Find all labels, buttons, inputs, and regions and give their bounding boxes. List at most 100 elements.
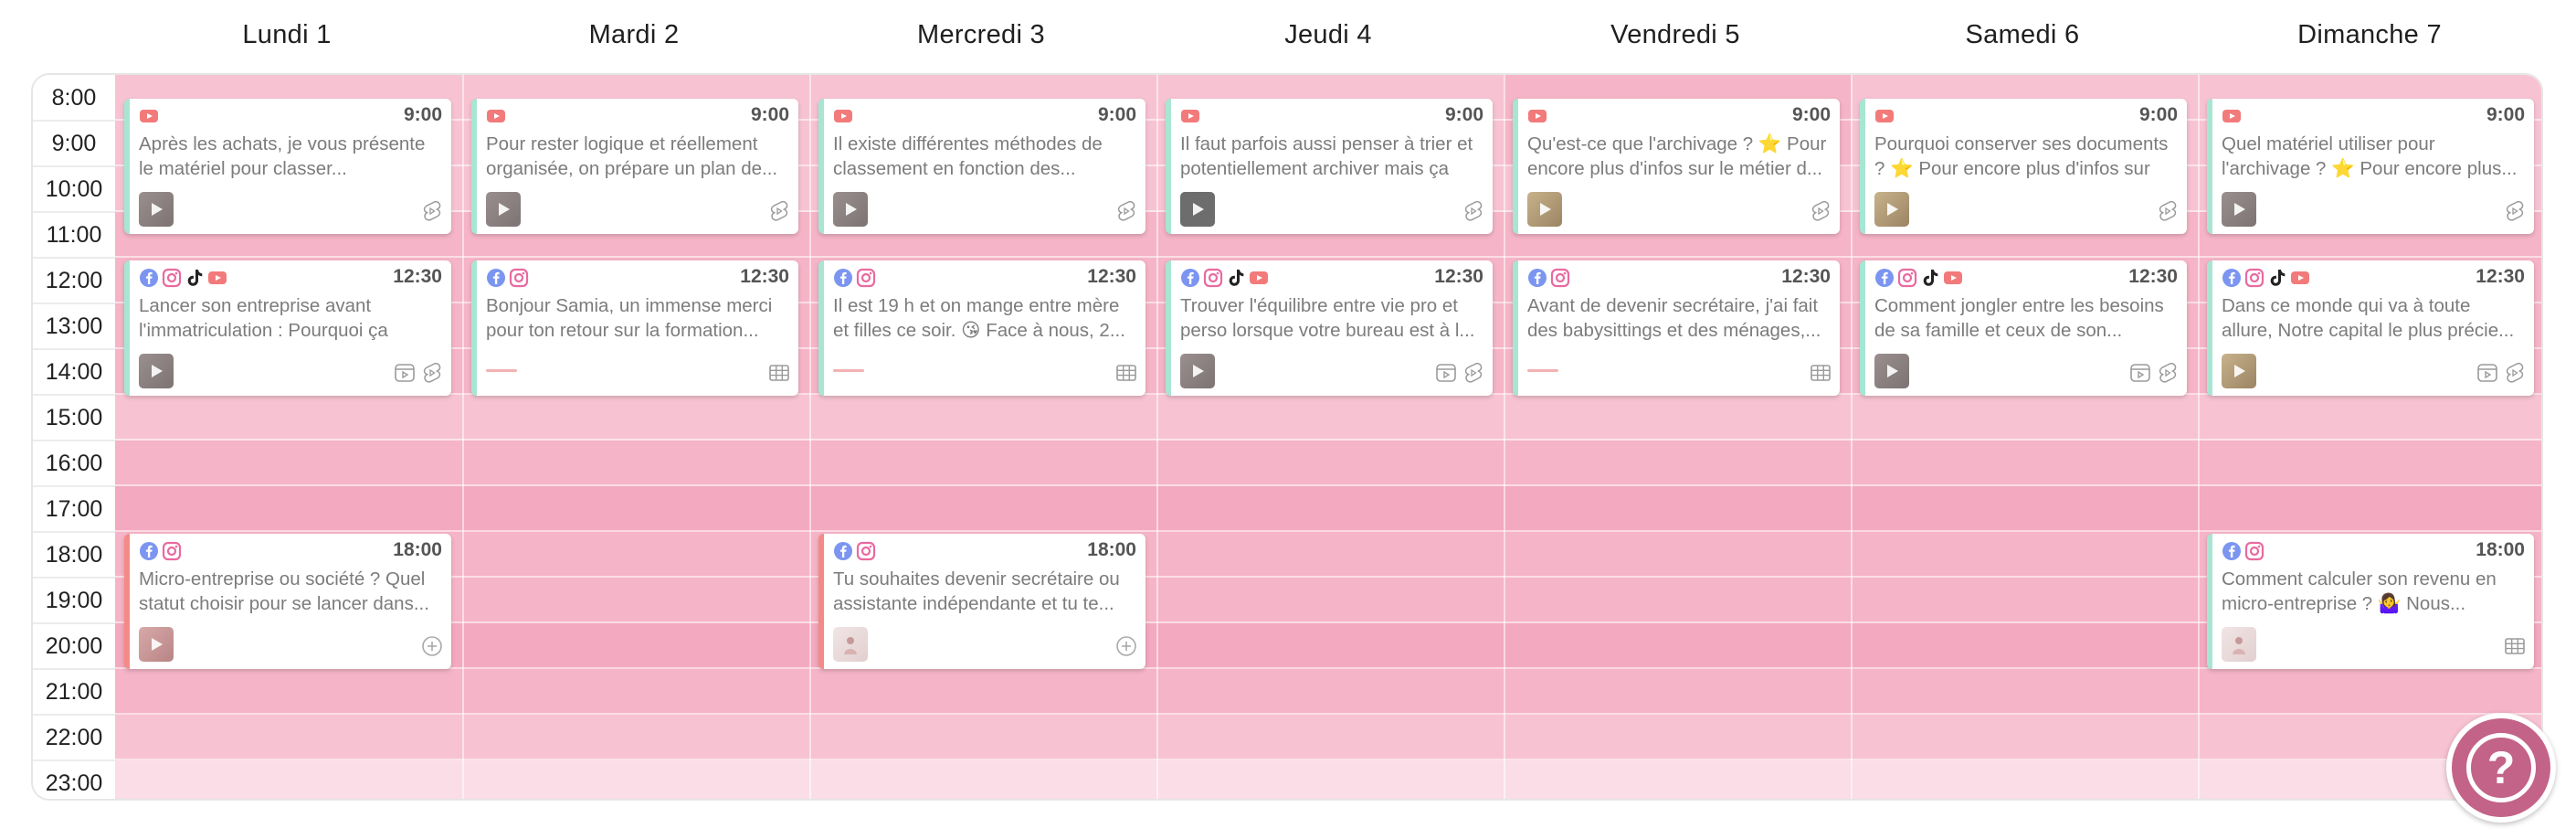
scheduled-post-card[interactable]: 12:30 Avant de devenir secrétaire, j'ai f…: [1513, 260, 1840, 396]
scheduled-post-card[interactable]: 18:00 Comment calculer son revenu en micr…: [2207, 534, 2534, 669]
media-thumbnail[interactable]: [486, 192, 521, 227]
time-slot-cell[interactable]: [1504, 760, 1851, 799]
time-slot-cell[interactable]: [1156, 532, 1504, 578]
time-slot-cell[interactable]: [1851, 760, 2198, 799]
time-slot-cell[interactable]: [1851, 486, 2198, 532]
media-thumbnail[interactable]: [139, 627, 174, 662]
time-slot-cell[interactable]: [462, 441, 809, 486]
media-preview[interactable]: [486, 365, 541, 377]
media-thumbnail[interactable]: [1180, 354, 1215, 388]
post-network-icons: [1180, 106, 1200, 126]
time-slot-cell[interactable]: [462, 395, 809, 441]
scheduled-post-card[interactable]: 12:30 Dans ce monde qui va à toute allure…: [2207, 260, 2534, 396]
media-thumbnail[interactable]: [1527, 192, 1562, 227]
media-thumbnail[interactable]: [833, 192, 868, 227]
time-slot-cell[interactable]: [462, 669, 809, 715]
post-caption: Pour rester logique et réellement organi…: [486, 133, 778, 179]
scheduled-post-card[interactable]: 9:00 Il existe différentes méthodes de cl…: [818, 99, 1145, 234]
time-slot-cell[interactable]: [1156, 623, 1504, 669]
time-slot-cell[interactable]: [462, 760, 809, 799]
scheduled-post-card[interactable]: 12:30 Bonjour Samia, un immense merci pou…: [471, 260, 798, 396]
post-caption: Bonjour Samia, un immense merci pour ton…: [486, 295, 773, 341]
time-label: 22:00: [45, 724, 103, 750]
post-time: 9:00: [2138, 104, 2178, 125]
media-thumbnail[interactable]: [2222, 627, 2256, 662]
time-slot-cell[interactable]: [462, 578, 809, 623]
scheduled-post-card[interactable]: 18:00 Tu souhaites devenir secrétaire ou …: [818, 534, 1145, 669]
time-slot-cell[interactable]: [462, 532, 809, 578]
media-thumbnail[interactable]: [2222, 192, 2256, 227]
scheduled-post-card[interactable]: 12:30 Il est 19 h et on mange entre mère …: [818, 260, 1145, 396]
post-caption: Comment jongler entre les besoins de sa …: [1874, 295, 2164, 341]
help-button[interactable]: ?: [2446, 713, 2556, 823]
time-slot-cell[interactable]: [1156, 669, 1504, 715]
scheduled-post-card[interactable]: 9:00 Quel matériel utiliser pour l'archiv…: [2207, 99, 2534, 234]
media-thumbnail[interactable]: [139, 192, 174, 227]
scheduled-post-card[interactable]: 9:00 Il faut parfois aussi penser à trier…: [1166, 99, 1493, 234]
time-slot-cell[interactable]: [1156, 578, 1504, 623]
instagram-icon: [509, 268, 529, 288]
time-slot-cell[interactable]: [1156, 760, 1504, 799]
time-slot-cell[interactable]: [1504, 623, 1851, 669]
time-slot-cell[interactable]: [1851, 578, 2198, 623]
media-thumbnail[interactable]: [833, 627, 868, 662]
media-preview[interactable]: [1527, 365, 1582, 377]
time-slot-cell[interactable]: [1851, 441, 2198, 486]
scheduled-post-card[interactable]: 9:00 Après les achats, je vous présente l…: [124, 99, 451, 234]
scheduled-post-card[interactable]: 12:30 Comment jongler entre les besoins d…: [1860, 260, 2187, 396]
time-slot-cell[interactable]: [1851, 669, 2198, 715]
time-slot-cell[interactable]: [115, 441, 462, 486]
time-slot-cell[interactable]: [809, 486, 1156, 532]
time-slot-cell[interactable]: [2198, 441, 2541, 486]
scheduled-post-card[interactable]: 18:00 Micro-entreprise ou société ? Quel …: [124, 534, 451, 669]
time-slot-cell[interactable]: [462, 715, 809, 760]
time-slot-cell[interactable]: [115, 760, 462, 799]
short-format-icon: [420, 199, 444, 223]
time-slot-cell[interactable]: [1504, 715, 1851, 760]
media-thumbnail[interactable]: [1874, 192, 1909, 227]
time-slot-cell[interactable]: [1156, 715, 1504, 760]
time-slot-cell[interactable]: [115, 395, 462, 441]
post-caption: Dans ce monde qui va à toute allure, Not…: [2222, 295, 2515, 341]
time-slot-cell[interactable]: [1851, 395, 2198, 441]
time-slot-cell[interactable]: [2198, 486, 2541, 532]
time-slot-cell[interactable]: [115, 715, 462, 760]
time-slot-cell[interactable]: [115, 486, 462, 532]
time-slot-cell[interactable]: [1504, 486, 1851, 532]
time-slot-cell[interactable]: [1504, 669, 1851, 715]
time-slot-cell[interactable]: [2198, 669, 2541, 715]
scheduled-post-card[interactable]: 12:30 Trouver l'équilibre entre vie pro e…: [1166, 260, 1493, 396]
time-slot-cell[interactable]: [1156, 395, 1504, 441]
time-slot-cell[interactable]: [809, 715, 1156, 760]
scheduled-post-card[interactable]: 9:00 Qu'est-ce que l'archivage ? ⭐ Pour e…: [1513, 99, 1840, 234]
time-slot-cell[interactable]: [1851, 623, 2198, 669]
post-network-icons: [1874, 268, 1963, 288]
scheduled-post-card[interactable]: 12:30 Lancer son entreprise avant l'immat…: [124, 260, 451, 396]
media-thumbnail[interactable]: [139, 354, 174, 388]
time-slot-cell[interactable]: [1851, 715, 2198, 760]
time-slot-cell[interactable]: [1504, 532, 1851, 578]
scheduled-post-card[interactable]: 9:00 Pour rester logique et réellement or…: [471, 99, 798, 234]
time-slot-cell[interactable]: [809, 395, 1156, 441]
time-slot-cell[interactable]: [462, 623, 809, 669]
time-slot-cell[interactable]: [809, 760, 1156, 799]
scheduled-post-card[interactable]: 9:00 Pourquoi conserver ses documents ? ⭐…: [1860, 99, 2187, 234]
time-slot-cell[interactable]: [2198, 395, 2541, 441]
question-icon: ?: [2466, 733, 2536, 802]
time-slot-cell[interactable]: [1156, 441, 1504, 486]
time-slot-cell[interactable]: [809, 669, 1156, 715]
media-thumbnail[interactable]: [1874, 354, 1909, 388]
post-caption: Il existe différentes méthodes de classe…: [833, 133, 1103, 179]
time-slot-cell[interactable]: [462, 486, 809, 532]
time-slot-cell[interactable]: [809, 441, 1156, 486]
media-preview[interactable]: [833, 365, 888, 377]
media-thumbnail[interactable]: [2222, 354, 2256, 388]
time-slot-cell[interactable]: [1504, 395, 1851, 441]
time-slot-cell[interactable]: [1504, 578, 1851, 623]
media-thumbnail[interactable]: [1180, 192, 1215, 227]
tiktok-icon: [1226, 268, 1246, 288]
time-slot-cell[interactable]: [1504, 441, 1851, 486]
time-slot-cell[interactable]: [1156, 486, 1504, 532]
time-slot-cell[interactable]: [1851, 532, 2198, 578]
time-slot-cell[interactable]: [115, 669, 462, 715]
